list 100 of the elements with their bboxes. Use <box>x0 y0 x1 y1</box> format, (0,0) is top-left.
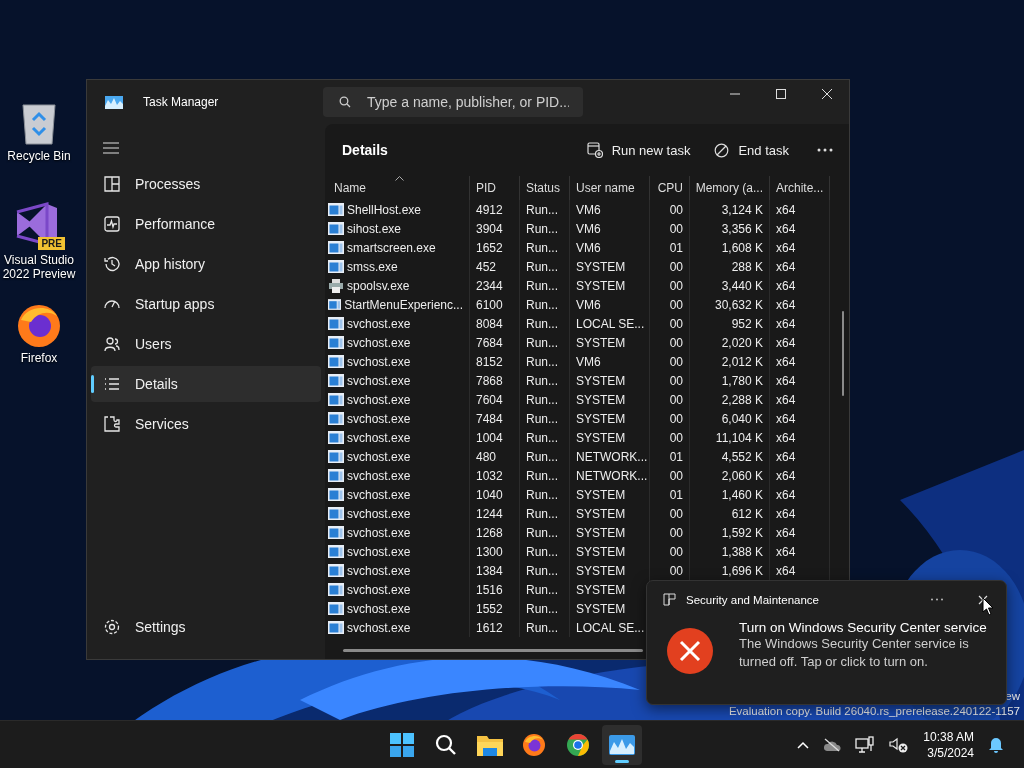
column-header[interactable]: Memory (a... <box>690 176 770 200</box>
memory-cell: 11,104 K <box>715 430 763 445</box>
cpu-cell: 00 <box>669 335 683 350</box>
sidebar-item[interactable]: Processes <box>91 166 321 202</box>
desktop-icon-label[interactable]: Firefox <box>20 351 58 365</box>
end-task-button[interactable]: End task <box>704 136 799 164</box>
sidebar-item[interactable]: Startup apps <box>91 286 321 322</box>
pid-cell: 8152 <box>476 354 503 369</box>
search-icon <box>435 733 457 756</box>
architecture-cell: x64 <box>776 506 796 521</box>
search-field[interactable]: Type a name, publisher, or PID... <box>323 87 583 117</box>
column-header[interactable]: User name <box>570 176 650 200</box>
cloud-icon[interactable] <box>823 737 842 752</box>
architecture-cell: x64 <box>776 563 796 578</box>
memory-cell: 952 K <box>731 316 763 331</box>
pid-cell: 452 <box>476 259 497 274</box>
memory-cell: 288 K <box>731 259 763 274</box>
architecture-cell: x64 <box>776 240 796 255</box>
memory-cell: 3,440 K <box>721 278 763 293</box>
pid-cell: 1612 <box>476 620 503 635</box>
status-cell: Run... <box>526 221 558 236</box>
name-cell: sihost.exe <box>347 221 402 236</box>
notification-title: Turn on Windows Security Center service <box>739 620 988 635</box>
bell-icon[interactable] <box>988 735 1004 754</box>
column-header[interactable]: CPU <box>650 176 690 200</box>
more-icon[interactable] <box>817 148 833 152</box>
error-icon <box>667 628 713 674</box>
pid-cell: 7868 <box>476 373 503 388</box>
name-cell: svchost.exe <box>347 506 411 521</box>
sidebar-item[interactable]: Services <box>91 406 321 442</box>
sidebar-item[interactable]: Performance <box>91 206 321 242</box>
sidebar-item[interactable]: Details <box>91 366 321 402</box>
maximize-icon[interactable] <box>775 88 787 100</box>
memory-cell: 1,460 K <box>721 487 763 502</box>
name-cell: svchost.exe <box>347 468 411 483</box>
column-header[interactable]: Status <box>520 176 570 200</box>
scrollbar-thumb[interactable] <box>343 649 643 652</box>
window-icon <box>328 374 344 387</box>
user-cell: SYSTEM <box>576 601 626 616</box>
window-icon <box>328 317 344 330</box>
chart-icon <box>609 734 635 755</box>
column-header[interactable]: Name <box>328 176 470 200</box>
desktop-icon-label[interactable]: Visual Studio 2022 Preview <box>0 253 78 281</box>
memory-cell: 1,696 K <box>721 563 763 578</box>
cpu-cell: 00 <box>669 411 683 426</box>
desktop-icon-label[interactable]: Recycle Bin <box>7 149 71 163</box>
watermark-text: Evaluation copy. Build 26040.rs_prerelease.240122-1157 <box>728 704 1020 719</box>
memory-cell: 2,060 K <box>721 468 763 483</box>
taskbar-button[interactable] <box>602 724 642 765</box>
name-cell: StartMenuExperienc... <box>344 297 463 312</box>
pulse-icon <box>103 215 121 233</box>
pid-cell: 1384 <box>476 563 503 578</box>
status-cell: Run... <box>526 411 558 426</box>
window-icon <box>328 621 344 634</box>
architecture-cell: x64 <box>776 278 796 293</box>
sidebar-item[interactable]: App history <box>91 246 321 282</box>
pid-cell: 7684 <box>476 335 503 350</box>
settings-item[interactable]: Settings <box>91 609 321 645</box>
name-cell: svchost.exe <box>347 335 411 350</box>
notification-card[interactable]: Security and Maintenance Turn on Windows Security Center service The Windows Security Center service is turned off. Tap or click to turn on. <box>646 580 1007 705</box>
status-cell: Run... <box>526 620 558 635</box>
user-cell: VM6 <box>576 240 601 255</box>
menu-icon[interactable] <box>103 142 119 154</box>
clock[interactable]: 10:38 AM 3/5/2024 <box>923 728 974 761</box>
status-cell: Run... <box>526 468 558 483</box>
preview-badge: PRE <box>38 237 65 250</box>
status-cell: Run... <box>526 582 558 597</box>
user-cell: SYSTEM <box>576 373 626 388</box>
chevron-up-icon[interactable] <box>797 740 810 749</box>
column-header[interactable]: PID <box>470 176 520 200</box>
memory-cell: 2,288 K <box>721 392 763 407</box>
name-cell: svchost.exe <box>347 525 411 540</box>
pid-cell: 4912 <box>476 202 503 217</box>
recycle-bin-icon[interactable] <box>20 102 58 146</box>
memory-cell: 1,388 K <box>721 544 763 559</box>
pid-cell: 1552 <box>476 601 503 616</box>
run-task-button[interactable]: Run new task <box>576 136 701 164</box>
user-cell: SYSTEM <box>576 563 626 578</box>
close-icon[interactable] <box>978 594 988 605</box>
architecture-cell: x64 <box>776 202 796 217</box>
user-cell: LOCAL SE... <box>576 620 645 635</box>
monitor-icon[interactable] <box>855 735 876 754</box>
user-cell: SYSTEM <box>576 392 626 407</box>
window-icon <box>328 412 344 425</box>
architecture-cell: x64 <box>776 544 796 559</box>
speaker-muted-icon[interactable] <box>889 736 910 753</box>
fox-globe-icon[interactable] <box>15 302 63 348</box>
pid-cell: 8084 <box>476 316 503 331</box>
status-cell: Run... <box>526 563 558 578</box>
user-cell: VM6 <box>576 221 601 236</box>
sidebar-item[interactable]: Users <box>91 326 321 362</box>
more-icon[interactable] <box>930 598 944 601</box>
scrollbar-thumb[interactable] <box>842 311 844 396</box>
architecture-cell: x64 <box>776 430 796 445</box>
name-cell: svchost.exe <box>347 620 411 635</box>
cpu-cell: 00 <box>669 468 683 483</box>
column-header[interactable]: Archite... <box>770 176 830 200</box>
cpu-cell: 00 <box>669 506 683 521</box>
pid-cell: 1652 <box>476 240 503 255</box>
close-icon[interactable] <box>821 88 833 100</box>
